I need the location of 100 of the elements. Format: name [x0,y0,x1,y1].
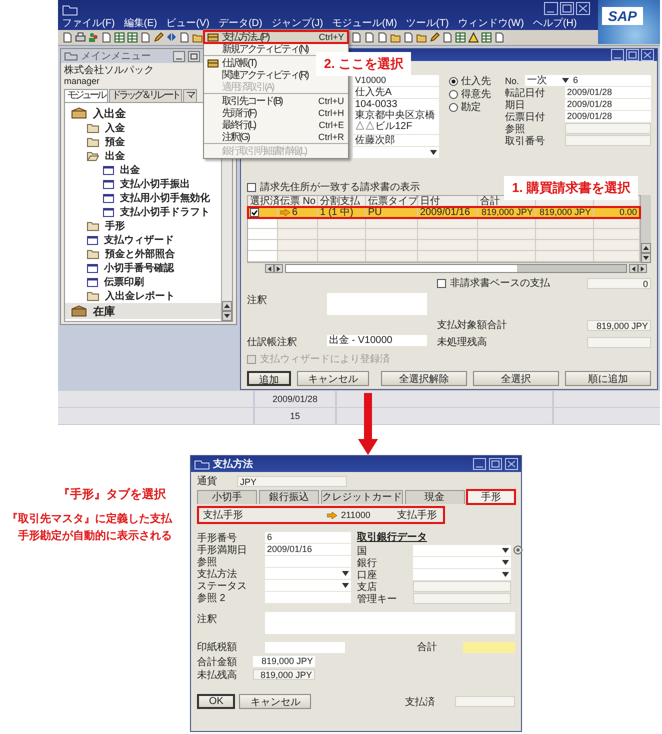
tree-item[interactable]: 伝票印刷 [104,275,144,289]
tab[interactable]: 手形 [466,490,515,504]
button[interactable]: 全選択 [473,371,559,386]
field-label: 伝票日付 [505,110,546,124]
journal-remarks-field[interactable]: 出金 - V10000 [327,335,427,346]
address-field[interactable]: 104-0033 東京都中央区京橋 △△ビル12F [353,99,439,134]
address-line: △△ビル12F [355,121,414,132]
button[interactable]: 全選択解除 [381,371,467,386]
callout-label: 『取引先マスタ』に定義した支払手形勘定が自動的に表示される [6,512,172,544]
input-field[interactable]: 6 [265,532,351,543]
menu-item[interactable]: 取引先コード(B) Ctrl+U [204,95,348,107]
date-field[interactable]: 2009/01/28 [565,87,651,98]
menu-item[interactable]: ツール(T) [406,17,449,30]
button[interactable]: 追加 [247,371,291,386]
tree-item[interactable]: 出金 [105,149,125,163]
tree-item[interactable]: 出金 [120,163,140,177]
window-title: メインメニュー [81,50,151,63]
field-label: 合計 [417,640,438,654]
tab[interactable]: 現金 [404,490,465,504]
field-label: 支払手形 [203,508,244,522]
field-label: 注釈 [197,612,218,627]
menu-item[interactable]: 支払方法...(P) Ctrl+Y [204,31,348,43]
callout-label: 2. ここを選択 [316,52,412,76]
field-label: 支払方法 [197,568,238,580]
tree-item[interactable]: 在庫 [93,304,115,318]
logo: SAP [602,7,643,25]
field-label: 未処理残高 [437,336,488,349]
field-label: 手形満期日 [197,544,248,556]
tree-item[interactable]: 入金 [105,121,125,135]
tree-item[interactable]: 手形 [105,219,125,233]
menu-item[interactable]: ヘルプ(H) [532,17,577,30]
amount-field[interactable]: 0 [587,278,651,288]
checkbox-label: 非請求書ベースの支払 [450,276,550,290]
dropdown-value: 一次 [527,75,547,86]
section-title: 取引銀行データ [357,532,428,544]
field-label: 期日 [505,98,526,112]
company-name: 株式会社ソルパック [64,65,154,76]
user-name: manager [64,76,100,87]
menu-item[interactable]: 先頭行(F) Ctrl+H [204,107,348,119]
account-name: 支払手形 [397,508,437,522]
button[interactable]: 順に追加 [565,371,651,386]
field-label: No. [505,76,520,86]
contact-field[interactable]: 佐藤次郎 [353,135,439,146]
tree-item[interactable]: 預金と外部照合 [105,247,175,261]
tree-item[interactable]: 入出金レポート [105,289,175,303]
currency-field[interactable]: JPY [237,476,347,486]
field-label: 銀行 [357,556,378,570]
tab[interactable]: モジュール [64,89,108,102]
field-label: 支払対象額合計 [437,318,508,332]
date-field[interactable]: 2009/01/28 [565,111,651,122]
field-label: 参照 [505,122,526,136]
field-label: 取引番号 [505,134,546,148]
table-cell: 2009/01/16 [420,206,470,218]
tree-item[interactable]: 支払小切手振出 [120,177,190,191]
menu-item[interactable]: 編集(E) [124,17,158,30]
menu-item[interactable]: 注釈(G) Ctrl+R [204,131,348,144]
menu-item[interactable]: データ(D) [218,17,262,30]
menu-item[interactable]: ビュー(V) [166,17,210,30]
tree-item[interactable]: 支払ウィザード [104,233,174,247]
total-field[interactable]: 819,000 JPY [587,320,651,330]
button[interactable]: OK [197,694,236,709]
window-title: 支払方法 [213,457,253,471]
field-label: ステータス [197,580,248,592]
menu-item[interactable]: 最終行(L) Ctrl+E [204,119,348,131]
tab[interactable]: ドラッグ＆リレート [108,89,182,102]
amount-field[interactable]: 819,000 JPY [253,656,315,667]
series-dropdown[interactable]: 一次 [525,75,571,86]
menu-item[interactable]: ウィンドウ(W) [458,17,524,30]
field-label: 仕訳帳注釈 [247,336,298,349]
field-label: 参照 [197,556,218,568]
tree-item[interactable]: 支払小切手ドラフト [120,205,210,219]
radio-label: 仕入先 [461,74,491,88]
field-label: 印紙税額 [197,640,238,654]
tree-item[interactable]: 預金 [105,135,125,149]
menu-item[interactable]: ファイル(F) [62,17,115,30]
tab[interactable]: 小切手 [197,490,257,504]
tree-item[interactable]: 小切手番号確認 [104,261,174,275]
checkbox-label: 請求先住所が一致する請求書の表示 [260,180,420,194]
number-field[interactable]: 6 [571,75,651,86]
menu-item[interactable]: ジャンプ(J) [271,17,324,30]
table-cell: PU [368,206,382,218]
field-label: 未払残高 [197,668,238,682]
status-time: 15 [255,408,335,424]
table-cell: 6 [292,206,298,218]
tab[interactable]: 銀行振込 [258,490,319,504]
input-field[interactable]: 2009/01/16 [265,544,351,555]
tab[interactable]: クレジットカード [320,490,403,504]
amount-field[interactable]: 819,000 JPY [253,669,315,680]
tree-item[interactable]: 入出金 [93,106,126,120]
callout-label: 『手形』タブを選択 [58,486,166,503]
button[interactable]: キャンセル [239,694,312,709]
address-line: 104-0033 [355,99,398,110]
field-label: 手形番号 [197,532,238,544]
tab[interactable]: マ [183,89,196,102]
code-field[interactable]: V10000 [353,75,439,86]
menu-item[interactable]: モジュール(M) [332,17,398,30]
date-field[interactable]: 2009/01/28 [565,99,651,110]
name-field[interactable]: 仕入先A [353,87,439,98]
tree-item[interactable]: 支払用小切手無効化 [120,191,210,205]
button[interactable]: キャンセル [297,371,369,386]
